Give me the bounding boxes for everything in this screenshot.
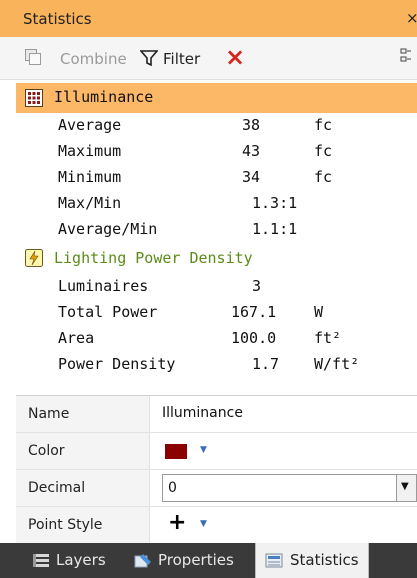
property-row-point-style: Point Style + ▼ xyxy=(16,507,417,543)
filter-icon[interactable] xyxy=(140,50,158,66)
stat-unit: fc xyxy=(314,168,333,186)
tab-statistics[interactable]: Statistics xyxy=(255,543,369,578)
filter-button[interactable]: Filter xyxy=(163,50,200,68)
illuminance-row[interactable]: Illuminance xyxy=(16,83,417,113)
statistics-list: Illuminance Average 38 fc Maximum 43 fc … xyxy=(0,80,417,392)
clear-filter-icon[interactable]: × xyxy=(225,45,245,69)
stat-row-total-power: Total Power 167.1 W xyxy=(58,303,323,325)
illuminance-label: Illuminance xyxy=(54,88,154,106)
point-style-value[interactable]: + xyxy=(168,510,186,535)
tab-label: Layers xyxy=(56,551,106,569)
stat-unit: fc xyxy=(314,116,333,134)
tab-label: Properties xyxy=(158,551,234,569)
stat-value: 100.0 xyxy=(231,329,277,347)
stat-value: 1.3:1 xyxy=(252,194,298,212)
property-label: Color xyxy=(16,433,150,469)
stat-row-luminaires: Luminaires 3 xyxy=(58,277,261,299)
property-label: Point Style xyxy=(16,507,150,543)
stat-row-average-min: Average/Min 1.1:1 xyxy=(58,220,297,242)
lighting-power-density-row[interactable]: Lighting Power Density xyxy=(16,246,417,272)
stat-row-max-min: Max/Min 1.3:1 xyxy=(58,194,297,216)
property-label: Decimal xyxy=(16,470,150,506)
stat-unit: W xyxy=(314,303,324,321)
properties-icon xyxy=(134,554,151,568)
property-label: Name xyxy=(16,396,150,432)
panel-title-bar: Statistics × xyxy=(0,0,417,37)
stat-row-minimum: Minimum 34 fc xyxy=(58,168,332,190)
decimal-dropdown-button[interactable]: ▼ xyxy=(396,475,416,501)
panel-title: Statistics xyxy=(23,10,92,28)
stat-value: 167.1 xyxy=(231,303,277,321)
stat-row-maximum: Maximum 43 fc xyxy=(58,142,332,164)
stat-label: Total Power xyxy=(58,303,158,321)
stat-label: Luminaires xyxy=(58,277,149,295)
stat-label: Power Density xyxy=(58,355,176,373)
illuminance-grid-icon xyxy=(25,89,43,107)
stat-row-area: Area 100.0 ft² xyxy=(58,329,341,351)
statistics-icon xyxy=(265,553,283,568)
power-density-icon xyxy=(25,249,43,267)
combine-icon[interactable] xyxy=(25,49,41,65)
stat-label: Maximum xyxy=(58,142,122,160)
property-grid: Name Illuminance Color ▼ Decimal 0 ▼ Poi… xyxy=(16,395,417,544)
stat-label: Average/Min xyxy=(58,220,158,238)
property-row-name: Name Illuminance xyxy=(16,396,417,433)
lpd-label: Lighting Power Density xyxy=(54,249,253,267)
stat-label: Minimum xyxy=(58,168,122,186)
panel-tabs: Layers Properties Statistics xyxy=(0,543,417,578)
toolbar: Combine Filter × xyxy=(0,37,417,80)
stat-row-power-density: Power Density 1.7 W/ft² xyxy=(58,355,359,377)
stat-value: 1.1:1 xyxy=(252,220,298,238)
color-swatch[interactable] xyxy=(165,444,187,459)
stat-unit: W/ft² xyxy=(314,355,360,373)
stat-value: 34 xyxy=(242,168,261,186)
overflow-icon[interactable] xyxy=(400,45,412,65)
property-row-color: Color ▼ xyxy=(16,433,417,470)
stat-value: 3 xyxy=(252,277,262,295)
color-dropdown-icon[interactable]: ▼ xyxy=(200,445,207,455)
decimal-select[interactable]: 0 ▼ xyxy=(162,474,417,502)
stat-label: Area xyxy=(58,329,95,347)
stat-unit: ft² xyxy=(314,329,342,347)
name-field[interactable]: Illuminance xyxy=(162,405,243,421)
close-button[interactable]: × xyxy=(406,9,417,27)
tab-layers[interactable]: Layers xyxy=(0,543,120,578)
stat-label: Average xyxy=(58,116,122,134)
stat-row-average: Average 38 fc xyxy=(58,116,332,138)
property-row-decimal: Decimal 0 ▼ xyxy=(16,470,417,507)
stat-value: 1.7 xyxy=(252,355,280,373)
point-style-dropdown-icon[interactable]: ▼ xyxy=(200,519,207,529)
tab-label: Statistics xyxy=(290,551,359,569)
stat-value: 38 xyxy=(242,116,261,134)
stat-label: Max/Min xyxy=(58,194,122,212)
stat-value: 43 xyxy=(242,142,261,160)
stat-unit: fc xyxy=(314,142,333,160)
decimal-value: 0 xyxy=(168,480,177,496)
layers-icon xyxy=(33,554,49,567)
tab-properties[interactable]: Properties xyxy=(124,543,254,578)
chevron-down-icon: ▼ xyxy=(401,481,409,492)
combine-button[interactable]: Combine xyxy=(60,50,127,68)
